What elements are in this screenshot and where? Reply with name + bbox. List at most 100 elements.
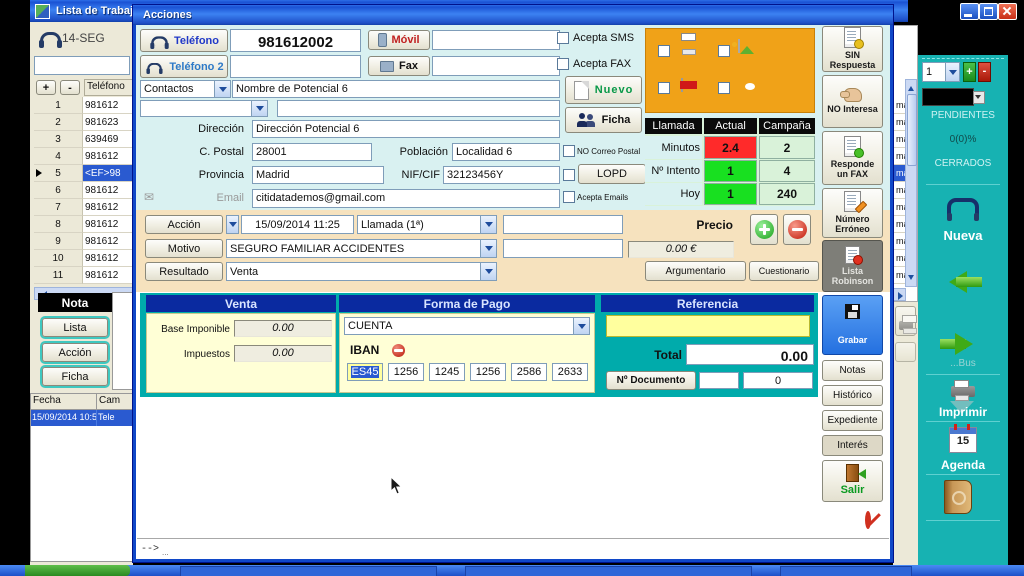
nota-accion-button[interactable]: Acción (42, 343, 108, 362)
email-field[interactable]: citidatademos@gmail.com (252, 189, 560, 208)
accion-button[interactable]: Acción (145, 215, 223, 234)
contactos-select[interactable]: Contactos (140, 80, 231, 98)
fax-field[interactable] (432, 56, 560, 76)
historico-button[interactable]: Histórico (822, 385, 883, 406)
iban-remove-icon[interactable] (392, 344, 405, 357)
price-remove-button[interactable] (783, 214, 811, 245)
chevron-down-icon[interactable] (251, 101, 267, 116)
cpostal-field[interactable]: 28001 (252, 143, 372, 161)
table-row[interactable]: 2981623 (34, 114, 133, 131)
grid-remove-button[interactable]: - (60, 80, 80, 95)
counter-select[interactable]: 1 (922, 62, 960, 82)
cuenta-select[interactable]: CUENTA (344, 317, 590, 335)
provincia-field[interactable]: Madrid (252, 166, 384, 184)
picture-icon[interactable] (738, 39, 740, 53)
iban-field-4[interactable]: 2586 (511, 363, 547, 381)
campaign-search-input[interactable] (34, 56, 130, 75)
chevron-down-icon[interactable] (480, 216, 496, 233)
table-row[interactable]: 10981612 (34, 250, 133, 267)
restore-button[interactable] (979, 3, 998, 20)
table-row[interactable]: 9981612 (34, 233, 133, 250)
table-row[interactable]: 7981612 (34, 199, 133, 216)
movil-button[interactable]: Móvil (368, 30, 430, 50)
contact-select[interactable] (140, 100, 268, 117)
table-row[interactable]: 4981612 (34, 148, 133, 165)
accion-tipo-select[interactable]: Llamada (1ª) (357, 215, 497, 234)
print-checkbox[interactable] (658, 45, 670, 57)
contact-extra-field[interactable] (277, 100, 560, 117)
notas-button[interactable]: Notas (822, 360, 883, 381)
telefono-button[interactable]: Teléfono (140, 29, 228, 52)
chevron-down-icon[interactable] (945, 63, 959, 81)
start-button[interactable] (25, 565, 130, 576)
chevron-down-icon[interactable] (214, 81, 230, 97)
iban-field-5[interactable]: 2633 (552, 363, 588, 381)
price-up-button[interactable] (750, 214, 778, 245)
nombre-field[interactable]: Nombre de Potencial 6 (232, 80, 560, 98)
table-row[interactable]: 3639469 (34, 131, 133, 148)
table-row-selected[interactable]: 5<EF>98 (34, 165, 133, 182)
chevron-down-icon[interactable] (573, 318, 589, 334)
nueva-button[interactable]: Nueva (918, 194, 1008, 248)
movil-field[interactable] (432, 30, 560, 50)
total-field[interactable]: 0.00 (686, 344, 814, 365)
numero-erroneo-button[interactable]: NúmeroErróneo (822, 188, 883, 238)
nota-lista-button[interactable]: Lista (42, 318, 108, 337)
salir-button[interactable]: Salir (822, 460, 883, 502)
iban-field-1[interactable]: 1256 (388, 363, 424, 381)
imprimir-button[interactable]: Imprimir (918, 378, 1008, 420)
chevron-down-icon[interactable] (973, 91, 985, 104)
nifcif-field[interactable]: 32123456Y (443, 166, 560, 184)
table-row[interactable]: 11981612 (34, 267, 133, 284)
ndoc-field-1[interactable] (699, 372, 739, 389)
chevron-down-icon[interactable] (480, 263, 496, 280)
argumentario-button[interactable]: Argumentario (645, 261, 746, 281)
telefono2-button[interactable]: Teléfono 2 (140, 55, 228, 78)
acepta-emails-checkbox[interactable] (563, 191, 575, 203)
telefono2-field[interactable] (230, 55, 361, 78)
taskbar-item[interactable] (780, 566, 912, 576)
expediente-button[interactable]: Expediente (822, 410, 883, 431)
nuevo-button[interactable]: Nuevo (565, 76, 642, 104)
background-list-hscroll-button[interactable] (893, 288, 906, 301)
resultado-select[interactable]: Venta (226, 262, 497, 281)
chevron-down-icon[interactable] (227, 216, 238, 233)
referencia-input[interactable] (606, 315, 810, 337)
scroll-down-icon[interactable] (908, 275, 914, 283)
acepta-fax-checkbox[interactable] (557, 58, 569, 70)
no-interesa-button[interactable]: NO Interesa (822, 75, 883, 128)
lista-robinson-button[interactable]: ListaRobinson (822, 240, 883, 292)
chevron-down-icon[interactable] (480, 240, 496, 257)
lopd-checkbox[interactable] (563, 169, 575, 181)
picture-checkbox[interactable] (718, 45, 730, 57)
sin-respuesta-button[interactable]: SINRespuesta (822, 26, 883, 72)
address-book-button[interactable] (944, 480, 972, 517)
accion-extra-field[interactable] (503, 215, 623, 234)
table-row[interactable]: 6981612 (34, 182, 133, 199)
direccion-field[interactable]: Dirección Potencial 6 (252, 120, 560, 138)
pdf-checkbox[interactable] (658, 82, 670, 94)
fax-button[interactable]: Fax (368, 56, 430, 76)
counter-remove-button[interactable]: - (978, 62, 991, 82)
grabar-button[interactable]: Grabar (822, 295, 883, 355)
iban-field-3[interactable]: 1256 (470, 363, 506, 381)
acciones-titlebar[interactable]: Acciones (133, 5, 893, 25)
base-imponible-field[interactable]: 0.00 (234, 320, 332, 337)
resultado-button[interactable]: Resultado (145, 262, 223, 281)
minimize-button[interactable] (960, 3, 979, 20)
table-row[interactable]: 8981612 (34, 216, 133, 233)
iban-field-0[interactable]: ES45 (347, 363, 383, 381)
telefono-value-field[interactable]: 981612002 (230, 29, 361, 52)
motivo-extra-field[interactable] (503, 239, 623, 258)
counter-add-button[interactable]: + (963, 62, 976, 82)
accion-mini-select[interactable] (226, 215, 239, 234)
lopd-button[interactable]: LOPD (578, 164, 646, 184)
agent-select[interactable] (922, 88, 974, 106)
taskbar-item[interactable] (465, 566, 752, 576)
interes-button[interactable]: Interés (822, 435, 883, 456)
cuestionario-button[interactable]: Cuestionario (749, 261, 819, 281)
scroll-up-icon[interactable] (908, 83, 914, 91)
agenda-button[interactable]: 15 Agenda (918, 425, 1008, 473)
acepta-sms-checkbox[interactable] (557, 32, 569, 44)
nota-ficha-button[interactable]: Ficha (42, 367, 108, 386)
